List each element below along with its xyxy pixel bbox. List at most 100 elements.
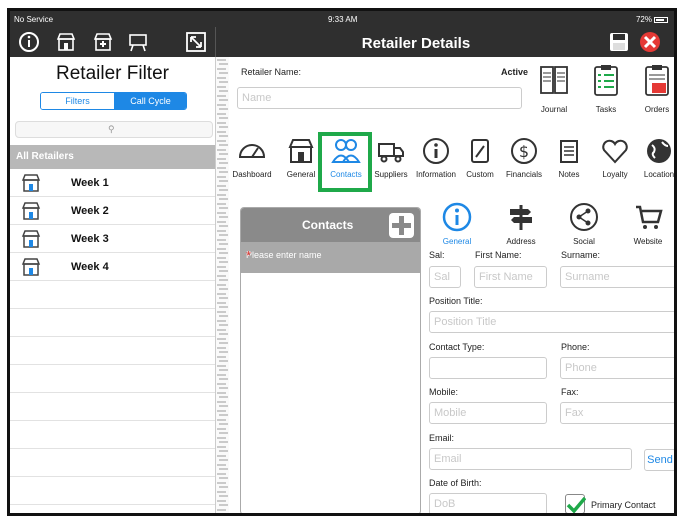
- search-input[interactable]: ⚲: [15, 121, 213, 138]
- tab-custom[interactable]: Custom: [457, 137, 503, 179]
- surname-label: Surname:: [561, 250, 601, 260]
- journal-icon[interactable]: [536, 63, 572, 99]
- tab-location-label: Location: [643, 170, 675, 179]
- info-icon[interactable]: [18, 31, 40, 53]
- subtab-address[interactable]: Address: [496, 202, 546, 246]
- phone-input[interactable]: Phone: [560, 357, 674, 379]
- clock-label: 9:33 AM: [328, 15, 358, 24]
- store-icon[interactable]: [55, 31, 77, 53]
- contacts-title: Contacts: [302, 218, 354, 232]
- globe-icon: [647, 139, 671, 163]
- phone-label: Phone:: [561, 342, 590, 352]
- all-retailers-header[interactable]: All Retailers: [10, 145, 215, 169]
- filter-segmented-control: Filters Call Cycle: [40, 92, 187, 110]
- tab-financials[interactable]: $ Financials: [501, 137, 547, 179]
- fax-input[interactable]: Fax: [560, 402, 674, 424]
- position-title-label: Position Title:: [429, 296, 483, 306]
- contacts-header: Contacts: [241, 208, 420, 242]
- contacts-list-panel: Contacts Please enter name *: [240, 207, 421, 513]
- primary-contact-checkbox[interactable]: [565, 494, 587, 513]
- page-title: Retailer Details: [361, 35, 471, 52]
- subtab-general[interactable]: General: [432, 202, 482, 246]
- empty-row: [10, 309, 215, 337]
- tab-dashboard-label: Dashboard: [232, 170, 272, 179]
- share-icon: [570, 203, 598, 231]
- first-name-label: First Name:: [475, 250, 522, 260]
- first-name-input[interactable]: First Name: [474, 266, 547, 288]
- signpost-icon: [510, 205, 532, 230]
- top-toolbar: Retailer Details: [10, 27, 674, 57]
- heart-icon: [602, 139, 628, 164]
- subtab-website[interactable]: Website: [623, 202, 673, 246]
- tab-location[interactable]: Location: [636, 137, 675, 179]
- dob-input[interactable]: DoB: [429, 493, 547, 513]
- tab-notes-label: Notes: [558, 170, 580, 179]
- sal-label: Sal:: [429, 250, 445, 260]
- all-retailers-label: All Retailers: [16, 151, 74, 162]
- tasks-icon[interactable]: [588, 63, 624, 99]
- tab-notes[interactable]: Notes: [546, 137, 592, 179]
- spiral-binding: [215, 57, 230, 513]
- subtab-address-label: Address: [506, 237, 536, 246]
- tab-suppliers-label: Suppliers: [374, 170, 408, 179]
- empty-row: [10, 337, 215, 365]
- save-icon[interactable]: [608, 31, 630, 53]
- filter-title: Retailer Filter: [56, 63, 169, 84]
- cancel-icon[interactable]: [639, 31, 661, 53]
- retailer-filter-panel: Retailer Filter Filters Call Cycle ⚲ All…: [10, 57, 215, 513]
- week-label: Week 4: [71, 261, 109, 273]
- sal-input[interactable]: Sal: [429, 266, 461, 288]
- store-icon: [21, 230, 41, 248]
- tab-suppliers[interactable]: Suppliers: [368, 137, 414, 179]
- store-icon: [288, 139, 314, 163]
- status-bar: No Service 9:33 AM 72%: [10, 11, 674, 27]
- tasks-label: Tasks: [595, 105, 617, 114]
- orders-icon[interactable]: [639, 63, 675, 99]
- presentation-icon[interactable]: [127, 31, 149, 53]
- store-icon: [21, 202, 41, 220]
- subtab-social[interactable]: Social: [559, 202, 609, 246]
- list-item-week[interactable]: Week 3: [10, 225, 215, 253]
- spiral-binding-rings: [216, 57, 230, 513]
- subtab-website-label: Website: [633, 237, 663, 246]
- expand-icon[interactable]: [185, 31, 207, 53]
- tab-filters[interactable]: Filters: [41, 93, 114, 109]
- tab-call-cycle[interactable]: Call Cycle: [114, 93, 186, 109]
- tab-loyalty[interactable]: Loyalty: [592, 137, 638, 179]
- tab-loyalty-label: Loyalty: [602, 170, 628, 179]
- empty-row: [10, 281, 215, 309]
- contact-type-label: Contact Type:: [429, 342, 485, 352]
- list-item-week[interactable]: Week 2: [10, 197, 215, 225]
- info-icon: [423, 138, 449, 164]
- tab-dashboard[interactable]: Dashboard: [229, 137, 275, 179]
- list-item-week[interactable]: Week 1: [10, 169, 215, 197]
- list-item-week[interactable]: Week 4: [10, 253, 215, 281]
- battery-icon: [654, 16, 668, 23]
- contact-type-select[interactable]: [429, 357, 547, 379]
- active-label: Active: [501, 67, 529, 77]
- truck-icon: [378, 143, 404, 163]
- tab-information[interactable]: Information: [413, 137, 459, 179]
- tab-information-label: Information: [415, 170, 457, 179]
- tab-custom-label: Custom: [466, 170, 494, 179]
- fax-label: Fax:: [561, 387, 579, 397]
- checkmark-icon: [566, 496, 587, 513]
- surname-input[interactable]: Surname: [560, 266, 674, 288]
- store-add-icon[interactable]: [92, 31, 114, 53]
- position-title-input[interactable]: Position Title: [429, 311, 674, 333]
- send-email-button[interactable]: Send: [644, 449, 674, 471]
- required-indicator: *: [246, 248, 252, 263]
- email-input[interactable]: Email: [429, 448, 632, 470]
- contact-list-item[interactable]: Please enter name *: [241, 242, 420, 273]
- cart-icon: [636, 205, 663, 229]
- add-contact-button[interactable]: [389, 213, 414, 238]
- journal-label: Journal: [540, 105, 568, 114]
- mobile-input[interactable]: Mobile: [429, 402, 547, 424]
- selected-tab-highlight: [318, 132, 372, 192]
- info-icon: [442, 202, 472, 232]
- empty-row: [10, 393, 215, 421]
- retailer-name-input[interactable]: Name: [237, 87, 522, 109]
- week-label: Week 1: [71, 177, 109, 189]
- subtab-social-label: Social: [573, 237, 595, 246]
- battery-label: 72%: [635, 15, 652, 24]
